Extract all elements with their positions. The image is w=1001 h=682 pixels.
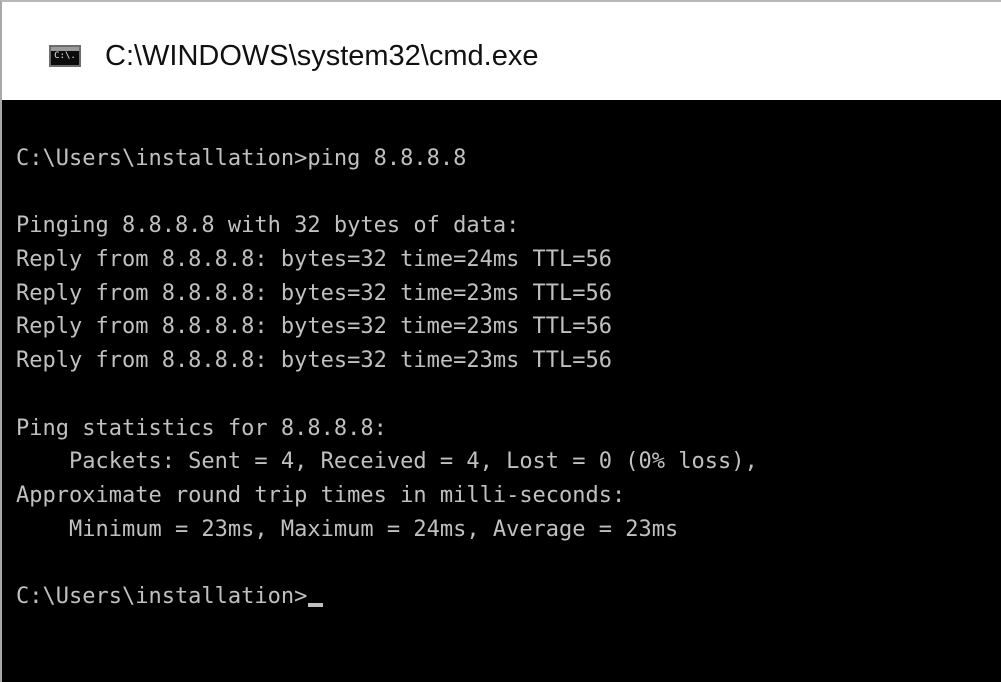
console-line-blank (16, 546, 758, 580)
console-line-stats-header: Ping statistics for 8.8.8.8: (16, 415, 387, 441)
console-line-reply-1: Reply from 8.8.8.8: bytes=32 time=24ms T… (16, 247, 613, 273)
command-prompt-icon: C:\. (49, 45, 81, 67)
console-output-area[interactable]: C:\Users\installation>ping 8.8.8.8 Pingi… (2, 100, 1001, 682)
console-line-blank (16, 176, 758, 210)
text-cursor (308, 602, 324, 607)
console-line-command: C:\Users\installation>ping 8.8.8.8 (16, 146, 467, 171)
console-prompt-line[interactable]: C:\Users\installation> (16, 580, 758, 614)
console-line-rtt-header: Approximate round trip times in milli-se… (16, 482, 626, 508)
console-prompt: C:\Users\installation> (16, 583, 308, 609)
title-bar[interactable]: C:\. C:\WINDOWS\system32\cmd.exe (2, 2, 1001, 100)
console-line-reply-3: Reply from 8.8.8.8: bytes=32 time=23ms T… (16, 314, 613, 340)
command-prompt-icon-label: C:\. (54, 50, 76, 61)
console-line-rtt-values: Minimum = 23ms, Maximum = 24ms, Average … (16, 516, 679, 542)
window-title: C:\WINDOWS\system32\cmd.exe (105, 40, 539, 72)
console-line-packets: Packets: Sent = 4, Received = 4, Lost = … (16, 449, 758, 475)
console-line-reply-2: Reply from 8.8.8.8: bytes=32 time=23ms T… (16, 280, 613, 306)
console-lines: C:\Users\installation>ping 8.8.8.8 Pingi… (16, 142, 758, 614)
console-line-blank (16, 378, 758, 412)
console-line-pinging: Pinging 8.8.8.8 with 32 bytes of data: (16, 213, 520, 239)
cmd-window: C:\. C:\WINDOWS\system32\cmd.exe C:\User… (0, 0, 1001, 682)
console-line-reply-4: Reply from 8.8.8.8: bytes=32 time=23ms T… (16, 348, 613, 374)
